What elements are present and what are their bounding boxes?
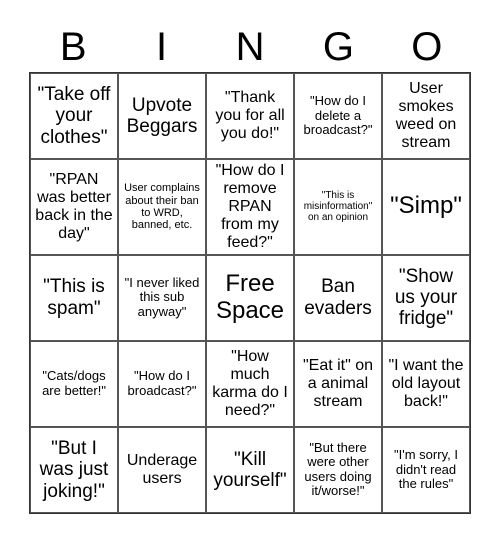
cell-text: "Simp" [390, 192, 462, 220]
bingo-cell[interactable]: Upvote Beggars [118, 73, 206, 160]
cell-text: "How much karma do I need?" [212, 348, 288, 419]
header-letter-g: G [322, 25, 354, 69]
bingo-cell[interactable]: "But I was just joking!" [30, 426, 118, 513]
cell-text: "I never liked this sub anyway" [124, 274, 200, 319]
bingo-cell[interactable]: "How do I broadcast?" [118, 340, 206, 427]
bingo-cell[interactable]: "How do I remove RPAN from my feed?" [206, 159, 294, 255]
bingo-cell[interactable]: User smokes weed on stream [382, 73, 470, 160]
bingo-cell[interactable]: "How do I delete a broadcast?" [294, 73, 382, 160]
cell-text: "This is misinformation" on an opinion [303, 190, 373, 224]
bingo-cell[interactable]: "Kill yourself" [206, 426, 294, 513]
bingo-cell[interactable]: "I want the old layout back!" [382, 340, 470, 427]
bingo-cell[interactable]: "Simp" [382, 159, 470, 255]
bingo-cell[interactable]: "Eat it" on a animal stream [294, 340, 382, 427]
cell-text: "Eat it" on a animal stream [302, 356, 374, 410]
bingo-cell[interactable]: "I'm sorry, I didn't read the rules" [382, 426, 470, 513]
bingo-cell[interactable]: "Show us your fridge" [382, 254, 470, 341]
cell-text: Underage users [126, 452, 198, 487]
cell-text: Ban evaders [304, 276, 372, 319]
cell-text: Upvote Beggars [126, 94, 198, 138]
cell-text: "I want the old layout back!" [388, 356, 464, 410]
header-letter-o: O [411, 25, 443, 69]
bingo-cell[interactable]: "Take off your clothes" [30, 73, 118, 160]
bingo-cell[interactable]: "This is spam" [30, 254, 118, 341]
bingo-grid: "Take off your clothes" Upvote Beggars "Th… [29, 72, 471, 514]
bingo-cell[interactable]: "I never liked this sub anyway" [118, 254, 206, 341]
cell-text: "How do I broadcast?" [127, 368, 197, 398]
cell-text: "Cats/dogs are better!" [42, 368, 106, 398]
cell-text: "This is spam" [43, 276, 105, 319]
bingo-cell[interactable]: "This is misinformation" on an opinion [294, 159, 382, 255]
header-letter-n: N [235, 25, 265, 69]
bingo-header: B I N G O [29, 22, 471, 72]
cell-text: "RPAN was better back in the day" [35, 171, 113, 242]
cell-text: Free Space [215, 269, 285, 324]
cell-text: "Kill yourself" [213, 448, 287, 491]
bingo-cell[interactable]: "Thank you for all you do!" [206, 73, 294, 160]
cell-text: "How do I remove RPAN from my feed?" [215, 162, 285, 251]
header-letter-b: B [59, 25, 87, 69]
bingo-cell[interactable]: "But there were other users doing it/wor… [294, 426, 382, 513]
bingo-cell[interactable]: "RPAN was better back in the day" [30, 159, 118, 255]
cell-text: User smokes weed on stream [395, 80, 457, 151]
cell-text: User complains about their ban to WRD, b… [124, 182, 200, 232]
cell-text: "Take off your clothes" [37, 84, 111, 148]
bingo-cell[interactable]: "How much karma do I need?" [206, 340, 294, 427]
cell-text: "I'm sorry, I didn't read the rules" [394, 447, 458, 492]
cell-text: "But I was just joking!" [39, 438, 109, 502]
bingo-cell[interactable]: "Cats/dogs are better!" [30, 340, 118, 427]
bingo-cell[interactable]: Underage users [118, 426, 206, 513]
free-space-cell[interactable]: Free Space [206, 254, 294, 341]
bingo-cell[interactable]: Ban evaders [294, 254, 382, 341]
bingo-cell[interactable]: User complains about their ban to WRD, b… [118, 159, 206, 255]
cell-text: "But there were other users doing it/wor… [304, 439, 372, 499]
cell-text: "Thank you for all you do!" [215, 89, 285, 142]
header-letter-i: I [156, 25, 168, 69]
cell-text: "How do I delete a broadcast?" [303, 93, 373, 138]
cell-text: "Show us your fridge" [394, 265, 458, 330]
